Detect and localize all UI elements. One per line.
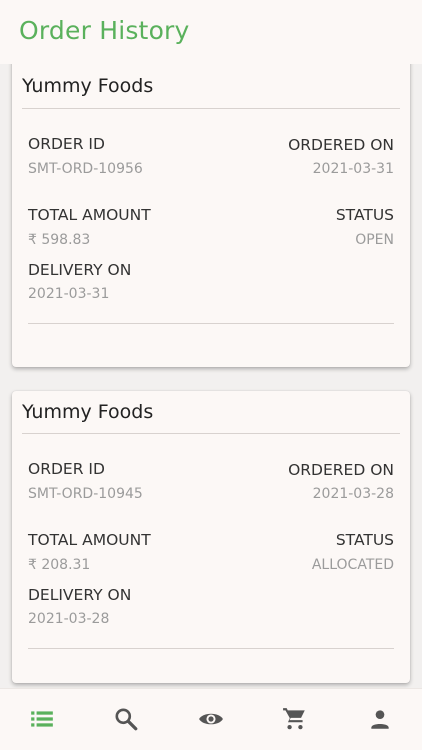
restaurant-name: Yummy Foods [22,401,154,423]
order-list[interactable]: Yummy Foods ORDER ID ORDERED ON SMT-ORD-… [0,64,422,688]
order-id-value: SMT-ORD-10956 [28,161,143,177]
eye-icon [199,713,223,725]
ordered-on-value: 2021-03-28 [312,486,394,502]
total-amount-value: ₹ 598.83 [28,232,91,248]
order-id-label: ORDER ID [28,460,105,478]
divider [22,433,400,434]
status-label: STATUS [335,531,394,549]
delivery-on-label: DELIVERY ON [28,261,132,279]
order-card[interactable]: Yummy Foods ORDER ID ORDERED ON SMT-ORD-… [12,391,410,683]
app-bar: Order History [0,0,422,64]
nav-cart-button[interactable] [275,699,315,739]
divider [22,108,400,109]
nav-view-button[interactable] [191,699,231,739]
status-value: ALLOCATED [311,557,394,573]
ordered-on-value: 2021-03-31 [312,161,394,177]
total-amount-value: ₹ 208.31 [28,557,91,573]
bottom-nav [0,688,422,750]
ordered-on-label: ORDERED ON [288,136,394,154]
restaurant-name: Yummy Foods [22,75,154,97]
order-card[interactable]: Yummy Foods ORDER ID ORDERED ON SMT-ORD-… [12,64,410,367]
list-icon [31,711,53,727]
search-icon [115,708,138,731]
divider [28,323,394,324]
ordered-on-label: ORDERED ON [288,461,394,479]
status-label: STATUS [335,206,394,224]
nav-orders-button[interactable] [22,699,62,739]
nav-profile-button[interactable] [360,699,400,739]
divider [28,648,394,649]
nav-search-button[interactable] [106,699,146,739]
delivery-on-label: DELIVERY ON [28,586,132,604]
total-amount-label: TOTAL AMOUNT [28,531,151,549]
page-title: Order History [19,16,190,45]
total-amount-label: TOTAL AMOUNT [28,206,151,224]
order-id-label: ORDER ID [28,135,105,153]
order-id-value: SMT-ORD-10945 [28,486,143,502]
delivery-on-value: 2021-03-31 [28,286,110,302]
delivery-on-value: 2021-03-28 [28,611,110,627]
person-icon [371,710,389,729]
status-value: OPEN [355,232,394,248]
cart-icon [283,708,305,730]
